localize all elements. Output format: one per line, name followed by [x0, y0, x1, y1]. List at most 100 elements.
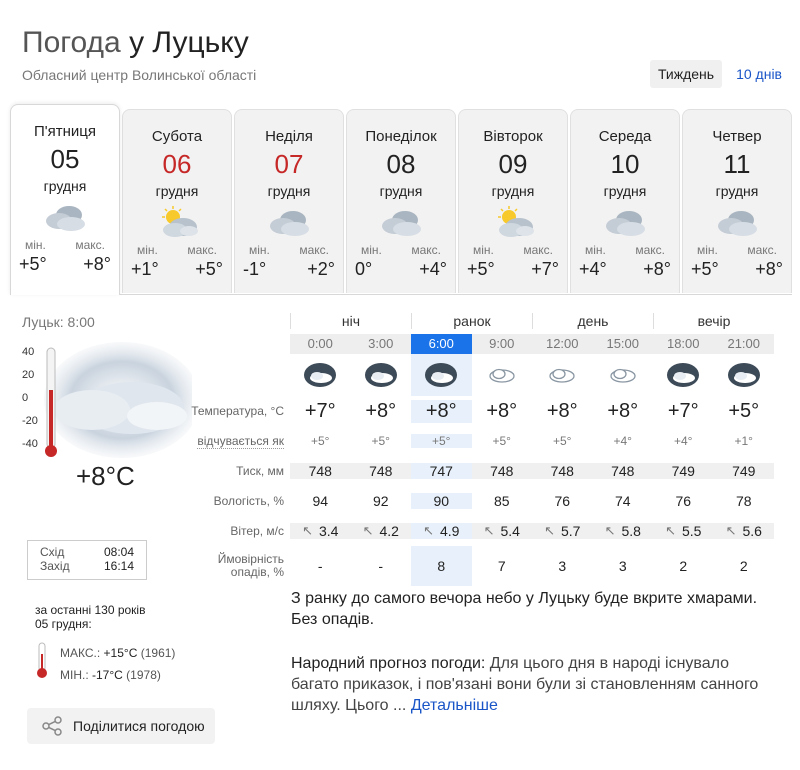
pressure-label: Тиск, мм	[175, 464, 290, 478]
max-temp: +8°	[755, 259, 783, 279]
history-min: МІН.: -17°C (1978)	[60, 664, 175, 686]
max-temp: +2°	[307, 259, 335, 279]
temp-cell: +7°	[290, 400, 351, 423]
scale-label: 40	[22, 346, 34, 358]
day-tab[interactable]: П'ятниця 05 грудня мін. макс. +5° +8°	[10, 104, 120, 295]
folk-lead: Народний прогноз погоди:	[291, 655, 486, 672]
sunset-time: 16:14	[103, 559, 134, 573]
sun-times: Схід 08:04 Захід 16:14	[27, 540, 147, 580]
precip-cell: -	[317, 558, 323, 574]
day-tab[interactable]: Четвер 11 грудня мін. макс. +5° +8°	[682, 109, 792, 293]
pressure-cell: 748	[532, 463, 593, 479]
min-temp: +1°	[131, 259, 159, 279]
time-cell: 0:00	[290, 334, 351, 354]
feels-label-text: відчувається як	[197, 434, 284, 449]
precip-cell: 3	[558, 558, 567, 574]
scale-label: 0	[22, 392, 28, 404]
day-tab[interactable]: Вівторок 09 грудня мін. макс. +5° +7°	[458, 109, 568, 293]
day-name: Субота	[151, 128, 203, 145]
history-line-1: за останні 130 років	[35, 603, 146, 617]
period-10days-link[interactable]: 10 днів	[728, 60, 790, 88]
night-cloudy-icon	[290, 354, 351, 396]
humidity-cell: 76	[532, 493, 593, 509]
history-title: за останні 130 років 05 грудня:	[35, 603, 145, 631]
humidity-value: 74	[614, 493, 631, 509]
feels-cell: +5°	[290, 434, 351, 448]
current-cloud-thermometer: 40 20 0 -20 -40	[22, 342, 200, 458]
max-temp: +7°	[531, 259, 559, 279]
day-tab[interactable]: Неділя 07 грудня мін. макс. -1° +2°	[234, 109, 344, 293]
wind-cell: ↖ 5.4	[471, 523, 532, 539]
time-cell: 15:00	[592, 334, 653, 354]
pressure-value: 748	[550, 463, 574, 479]
feels-cell: +4°	[593, 434, 654, 448]
precip-cell: 2	[679, 558, 688, 574]
day-name: Середа	[598, 128, 652, 145]
cloud-icon	[472, 354, 533, 396]
pressure-cell: 747	[411, 463, 472, 479]
wind-cell: ↖ 5.6	[713, 523, 774, 539]
title-city: у Луцьку	[129, 26, 249, 59]
wind-cell: ↖ 5.8	[592, 523, 653, 539]
wind-cell: ↖ 5.5	[653, 523, 714, 539]
scale-label: 20	[22, 369, 34, 381]
history-max-year: (1961)	[140, 646, 176, 660]
humidity-value: 78	[735, 493, 752, 509]
feels-cell: +1°	[714, 434, 775, 448]
humidity-cell: 90	[411, 493, 472, 509]
pressure-cell: 748	[592, 463, 653, 479]
night-cloudy-icon	[351, 354, 412, 396]
day-name: Понеділок	[365, 128, 437, 145]
min-label: мін.	[361, 243, 382, 257]
wind-direction-icon: ↖	[362, 523, 374, 538]
icon-row	[175, 354, 792, 396]
temp-row: Температура, °C +7° +8° +8° +8° +8° +8° +7° +5°	[175, 396, 792, 426]
temp-value: +8°	[607, 399, 639, 422]
precip-cell: 8	[411, 546, 472, 586]
max-label: макс.	[187, 243, 217, 257]
wind-cell: ↖ 3.4	[290, 523, 351, 539]
humidity-cell: 94	[290, 493, 351, 509]
share-button[interactable]: Поділитися погодою	[27, 708, 215, 744]
max-temp: +4°	[419, 259, 447, 279]
wind-value: 5.7	[560, 523, 581, 539]
history-min-label: МІН.:	[60, 668, 89, 682]
max-temp: +8°	[83, 254, 111, 274]
min-label: мін.	[697, 243, 718, 257]
feels-cell: +5°	[351, 434, 412, 448]
humidity-row: Вологість, % 94 92 90 85 76 74 76 78	[175, 486, 792, 516]
precip-row: Ймовірність опадів, % - - 8 7 3 3 2 2	[175, 546, 792, 586]
humidity-cell: 85	[472, 493, 533, 509]
period-week-button[interactable]: Тиждень	[649, 60, 723, 88]
precip-cell: -	[378, 558, 384, 574]
wind-direction-icon: ↖	[665, 523, 676, 538]
temp-value: +8°	[486, 399, 518, 422]
pressure-cell: 748	[471, 463, 532, 479]
sunrise-time: 08:04	[103, 545, 134, 559]
precip-cell: 7	[497, 558, 506, 574]
wind-direction-icon: ↖	[544, 523, 555, 538]
pressure-row: Тиск, мм 748 748 747 748 748 748 749 749	[175, 456, 792, 486]
cloudy-icon	[347, 205, 455, 239]
pressure-value: 748	[611, 463, 635, 479]
day-number: 08	[386, 149, 416, 179]
temp-label-text: Температура, °C	[191, 404, 284, 418]
period-switch: Тиждень 10 днів	[649, 60, 790, 88]
day-month: грудня	[603, 183, 647, 199]
precip-cell: 3	[618, 558, 627, 574]
min-label: мін.	[137, 243, 158, 257]
day-tab[interactable]: Субота 06 грудня мін. макс. +1° +5°	[122, 109, 232, 293]
pressure-cell: 749	[713, 463, 774, 479]
more-details-link[interactable]: Детальніше	[411, 697, 498, 714]
min-label: мін.	[249, 243, 270, 257]
day-tab[interactable]: Середа 10 грудня мін. макс. +4° +8°	[570, 109, 680, 293]
title-prefix: Погода	[22, 26, 121, 59]
humidity-value: 76	[675, 493, 692, 509]
page-subtitle: Обласний центр Волинської області	[22, 67, 257, 83]
weather-description: З ранку до самого вечора небо у Луцьку б…	[291, 590, 758, 628]
day-tab[interactable]: Понеділок 08 грудня мін. макс. 0° +4°	[346, 109, 456, 293]
max-label: макс.	[747, 243, 777, 257]
day-month: грудня	[43, 178, 87, 194]
min-temp: 0°	[355, 259, 373, 279]
time-group: ранок	[411, 313, 532, 329]
